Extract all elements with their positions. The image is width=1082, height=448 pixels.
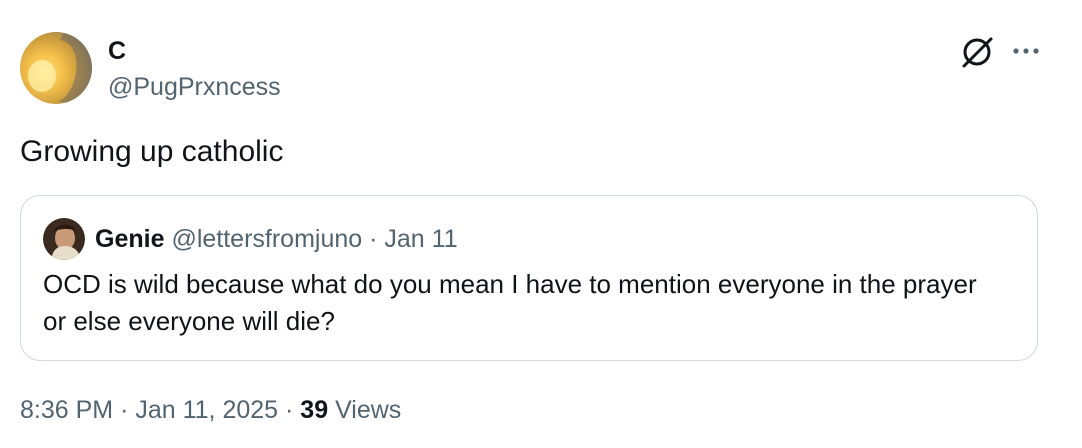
grok-icon[interactable] <box>958 33 996 71</box>
author-display-name[interactable]: C <box>108 37 126 65</box>
quote-author-display-name[interactable]: Genie <box>95 225 164 253</box>
tweet-date[interactable]: Jan 11, 2025 <box>135 396 278 424</box>
quote-header: Genie @lettersfromjuno · Jan 11 <box>95 224 458 254</box>
quote-author-handle[interactable]: @lettersfromjuno <box>171 225 362 253</box>
quote-author-avatar[interactable] <box>43 218 85 260</box>
quote-text: OCD is wild because what do you mean I h… <box>43 269 977 336</box>
meta-separator: · <box>120 396 129 424</box>
more-icon[interactable] <box>1010 38 1042 64</box>
tweet-time[interactable]: 8:36 PM <box>20 396 113 424</box>
tweet: C @PugPrxncess Growing up catholic Genie… <box>0 0 1082 448</box>
tweet-text: Growing up catholic <box>20 135 284 168</box>
views-count: 39 <box>300 396 329 424</box>
author-avatar[interactable] <box>20 32 92 104</box>
quote-date[interactable]: Jan 11 <box>384 225 457 253</box>
quote-separator: · <box>369 225 378 253</box>
views-label: Views <box>335 396 402 424</box>
author-handle[interactable]: @PugPrxncess <box>108 72 281 102</box>
tweet-meta: 8:36 PM · Jan 11, 2025 · 39 Views <box>20 394 401 426</box>
quoted-tweet[interactable]: Genie @lettersfromjuno · Jan 11 OCD is w… <box>20 195 1038 361</box>
meta-separator: · <box>285 396 294 424</box>
